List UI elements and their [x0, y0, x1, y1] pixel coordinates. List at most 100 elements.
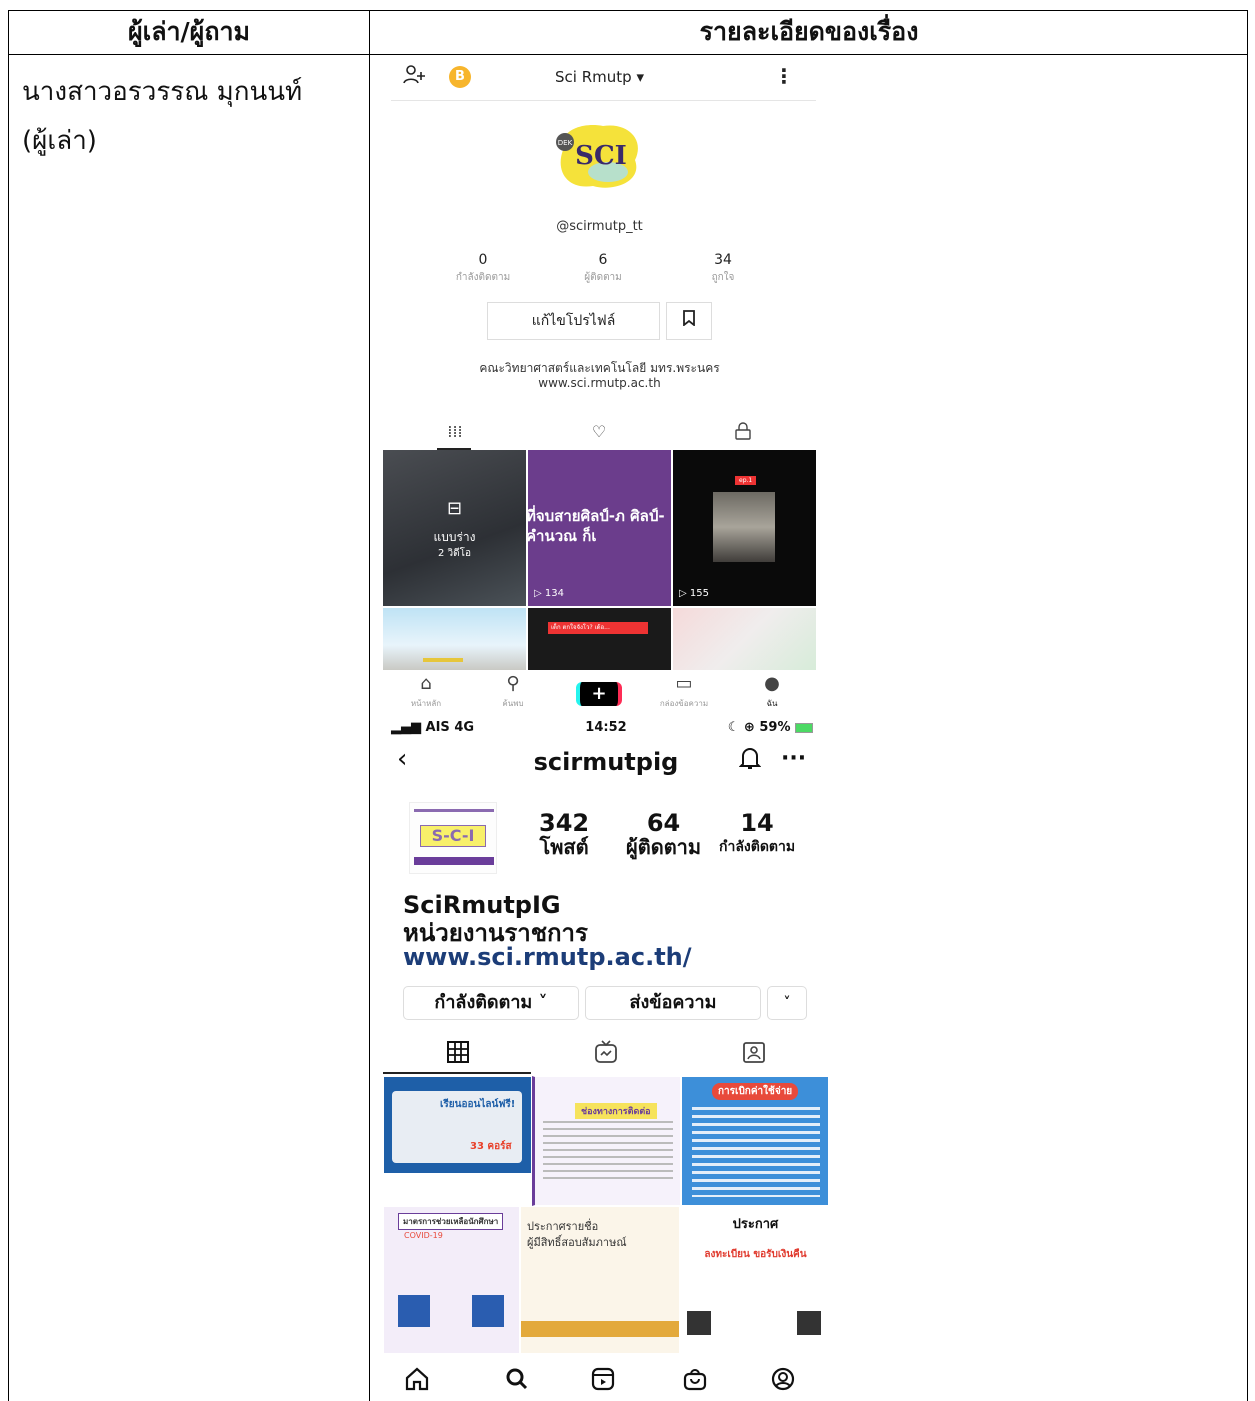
instagram-tabs	[383, 1040, 829, 1070]
stat-following[interactable]: 14 กำลังติดตาม	[719, 810, 795, 858]
post-title: ประกาศ	[732, 1217, 779, 1232]
header-details: รายละเอียดของเรื่อง	[699, 17, 919, 46]
stat-value: 342	[539, 809, 590, 837]
nav-me[interactable]: ● ฉัน	[747, 674, 797, 710]
avatar-text: S-C-I	[420, 825, 486, 847]
video-tile[interactable]: ที่จบสายศิลป์-ภ ศิลป์-คำนวณ ก็เ ▷ 134	[528, 450, 671, 606]
stat-value: 64	[646, 809, 681, 837]
post-tile[interactable]: มาตรการช่วยเหลือนักศึกษา COVID-19	[383, 1206, 520, 1354]
table-column-divider	[369, 10, 370, 1401]
tiktok-divider	[391, 100, 816, 101]
qr-code	[687, 1311, 711, 1335]
grid-icon[interactable]	[443, 1040, 473, 1069]
stat-followers[interactable]: 64 ผู้ติดตาม	[626, 810, 701, 858]
bio-line: คณะวิทยาศาสตร์และเทคโนโลยี มทร.พระนคร	[479, 361, 720, 375]
post-tile[interactable]: ประกาศรายชื่อ ผู้มีสิทธิ์สอบสัมภาษณ์	[520, 1206, 680, 1354]
post-tile[interactable]: ประกาศ ลงทะเบียน ขอรับเงินคืน	[680, 1206, 829, 1354]
post-title: เรียนออนไลน์ฟรี!	[440, 1099, 516, 1110]
bookmark-icon[interactable]	[666, 302, 712, 340]
post-banner	[521, 1321, 679, 1337]
search-icon[interactable]	[497, 1366, 537, 1398]
tab-underline	[383, 1072, 531, 1074]
video-caption: ที่จบสายศิลป์-ภ ศิลป์-คำนวณ ก็เ	[528, 507, 665, 545]
instagram-bottom-nav	[383, 1362, 829, 1401]
nav-inbox[interactable]: ▭ กล่องข้อความ	[659, 674, 709, 710]
post-subtitle: COVID-19	[404, 1231, 443, 1240]
tiktok-handle: @scirmutp_tt	[556, 219, 643, 234]
tiktok-stats: 0 กำลังติดตาม 6 ผู้ติดตาม 34 ถูกใจ	[423, 252, 783, 288]
table-header-divider	[8, 54, 1248, 55]
nav-label: หน้าหลัก	[410, 699, 442, 708]
post-tile[interactable]: การเบิกค่าใช้จ่าย	[681, 1076, 829, 1206]
create-plus-button[interactable]: +	[576, 682, 622, 706]
inbox-icon: ▭	[675, 673, 693, 694]
liked-heart-icon[interactable]: ♡	[584, 422, 614, 441]
tiktok-top-bar: B Sci Rmutp ▾ ⋮	[383, 56, 816, 100]
video-thumbnail	[423, 658, 463, 662]
post-subtitle: ผู้มีสิทธิ์สอบสัมภาษณ์	[527, 1236, 627, 1249]
avatar-stripe	[414, 857, 494, 865]
profile-link[interactable]: www.sci.rmutp.ac.th/	[403, 944, 692, 970]
qr-code	[797, 1311, 821, 1335]
post-tile[interactable]: ช่องทางการติดต่อ	[532, 1076, 681, 1206]
home-icon[interactable]	[397, 1366, 437, 1398]
tiktok-video-grid: ⊟ แบบร่าง 2 วิดีโอ ที่จบสายศิลป์-ภ ศิลป์…	[383, 450, 816, 670]
narrator-name: นางสาวอรวรรณ มุกนนท์	[22, 77, 303, 107]
post-title: ช่องทางการติดต่อ	[575, 1103, 657, 1119]
search-icon: ⚲	[506, 673, 520, 694]
stat-likes[interactable]: 34 ถูกใจ	[663, 252, 783, 285]
profile-icon: ●	[764, 673, 780, 694]
videos-grid-icon[interactable]: ⁞⁞⁞	[440, 422, 470, 441]
reels-icon[interactable]	[583, 1366, 623, 1398]
video-tile[interactable]	[383, 608, 526, 670]
more-vertical-icon[interactable]: ⋮	[774, 64, 794, 88]
avatar-badge: DEK	[558, 139, 573, 147]
post-text-lines	[692, 1107, 820, 1197]
message-button[interactable]: ส่งข้อความ	[585, 986, 761, 1020]
nav-label: ฉัน	[766, 699, 778, 708]
nav-home[interactable]: ⌂ หน้าหลัก	[401, 674, 451, 710]
private-lock-icon[interactable]	[728, 422, 758, 444]
video-caption: เด็ก ตกใจจังโว? เด้อ...	[548, 622, 648, 634]
stat-followers[interactable]: 6 ผู้ติดตาม	[543, 252, 663, 285]
drafts-icon: ⊟	[446, 498, 463, 519]
suggestions-dropdown-button[interactable]: ˅	[767, 986, 807, 1020]
bio-link[interactable]: www.sci.rmutp.ac.th	[383, 376, 816, 391]
video-tile[interactable]	[673, 608, 816, 670]
nav-discover[interactable]: ⚲ ค้นพบ	[488, 674, 538, 710]
tagged-icon[interactable]	[739, 1040, 769, 1069]
stat-value: 6	[598, 252, 608, 268]
profile-icon[interactable]	[763, 1366, 803, 1398]
post-text-lines	[543, 1121, 673, 1181]
header-narrator: ผู้เล่า/ผู้ถาม	[128, 17, 250, 46]
post-tile[interactable]: เรียนออนไลน์ฟรี! 33 คอร์ส	[383, 1076, 532, 1206]
stat-value: 0	[478, 252, 488, 268]
video-tile[interactable]: ep.1 ▷ 155	[673, 450, 816, 606]
more-horizontal-icon[interactable]: ···	[781, 746, 806, 771]
tiktok-bio: คณะวิทยาศาสตร์และเทคโนโลยี มทร.พระนคร ww…	[383, 361, 816, 391]
nav-label: กล่องข้อความ	[659, 699, 709, 708]
drafts-tile[interactable]: ⊟ แบบร่าง 2 วิดีโอ	[383, 450, 526, 606]
following-button[interactable]: กำลังติดตาม ˅	[403, 986, 579, 1020]
stat-label: โพสต์	[539, 835, 589, 859]
igtv-icon[interactable]	[591, 1040, 621, 1069]
avatar-text: SCI	[575, 141, 627, 171]
edit-profile-button[interactable]: แก้ไขโปรไฟล์	[487, 302, 660, 340]
bell-icon[interactable]	[738, 746, 762, 776]
shop-icon[interactable]	[675, 1366, 715, 1398]
video-thumbnail	[713, 492, 775, 562]
stat-posts[interactable]: 342 โพสต์	[539, 810, 589, 858]
drafts-label: แบบร่าง	[433, 530, 476, 544]
qr-code	[398, 1295, 430, 1327]
tiktok-username[interactable]: Sci Rmutp ▾	[383, 68, 816, 86]
post-footer	[384, 1173, 531, 1205]
stat-following[interactable]: 0 กำลังติดตาม	[423, 252, 543, 285]
stat-label: ผู้ติดตาม	[626, 835, 702, 859]
nav-label: ค้นพบ	[502, 699, 524, 708]
video-tile[interactable]: เด็ก ตกใจจังโว? เด้อ...	[528, 608, 671, 670]
instagram-post-grid: เรียนออนไลน์ฟรี! 33 คอร์ส ช่องทางการติดต…	[383, 1076, 829, 1360]
instagram-avatar[interactable]: S-C-I	[409, 802, 497, 874]
status-bar: ▂▄▆ AIS 4G 14:52 ☾ ⊕ 59%	[383, 720, 829, 738]
tiktok-avatar[interactable]: DEK SCI	[553, 120, 643, 192]
tiktok-tabs: ⁞⁞⁞ ♡	[383, 422, 816, 450]
